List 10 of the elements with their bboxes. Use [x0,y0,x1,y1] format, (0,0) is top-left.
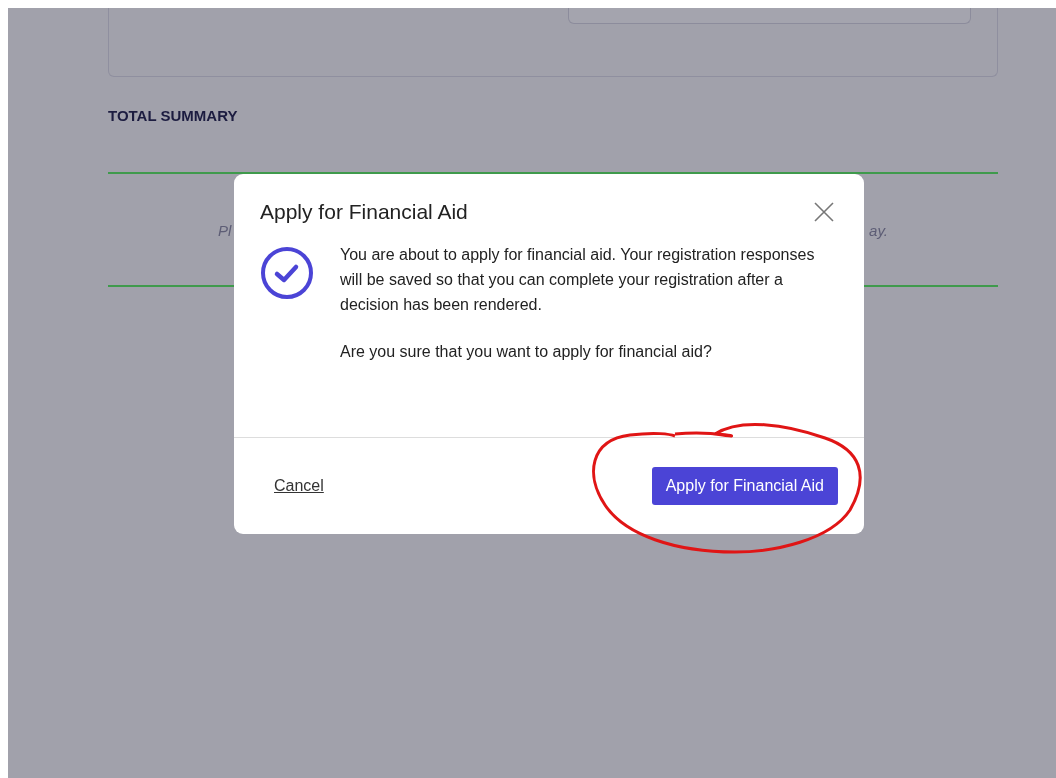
dialog-message: You are about to apply for financial aid. Your registration responses will be saved so that you can complete your registration after a decision has been rendered. [340,245,816,315]
summary-note: ay. [869,222,888,240]
section-heading: TOTAL SUMMARY [108,107,239,124]
close-icon[interactable] [814,202,834,222]
apply-button[interactable]: Apply for Financial Aid [651,467,838,505]
dialog-question: Are you sure that you want to apply for financial aid? [340,342,713,362]
dialog-title: Apply for Financial Aid [260,200,468,224]
cancel-link[interactable]: Cancel [274,477,324,495]
summary-note: Pl [218,222,232,240]
check-circle-icon [260,246,314,300]
